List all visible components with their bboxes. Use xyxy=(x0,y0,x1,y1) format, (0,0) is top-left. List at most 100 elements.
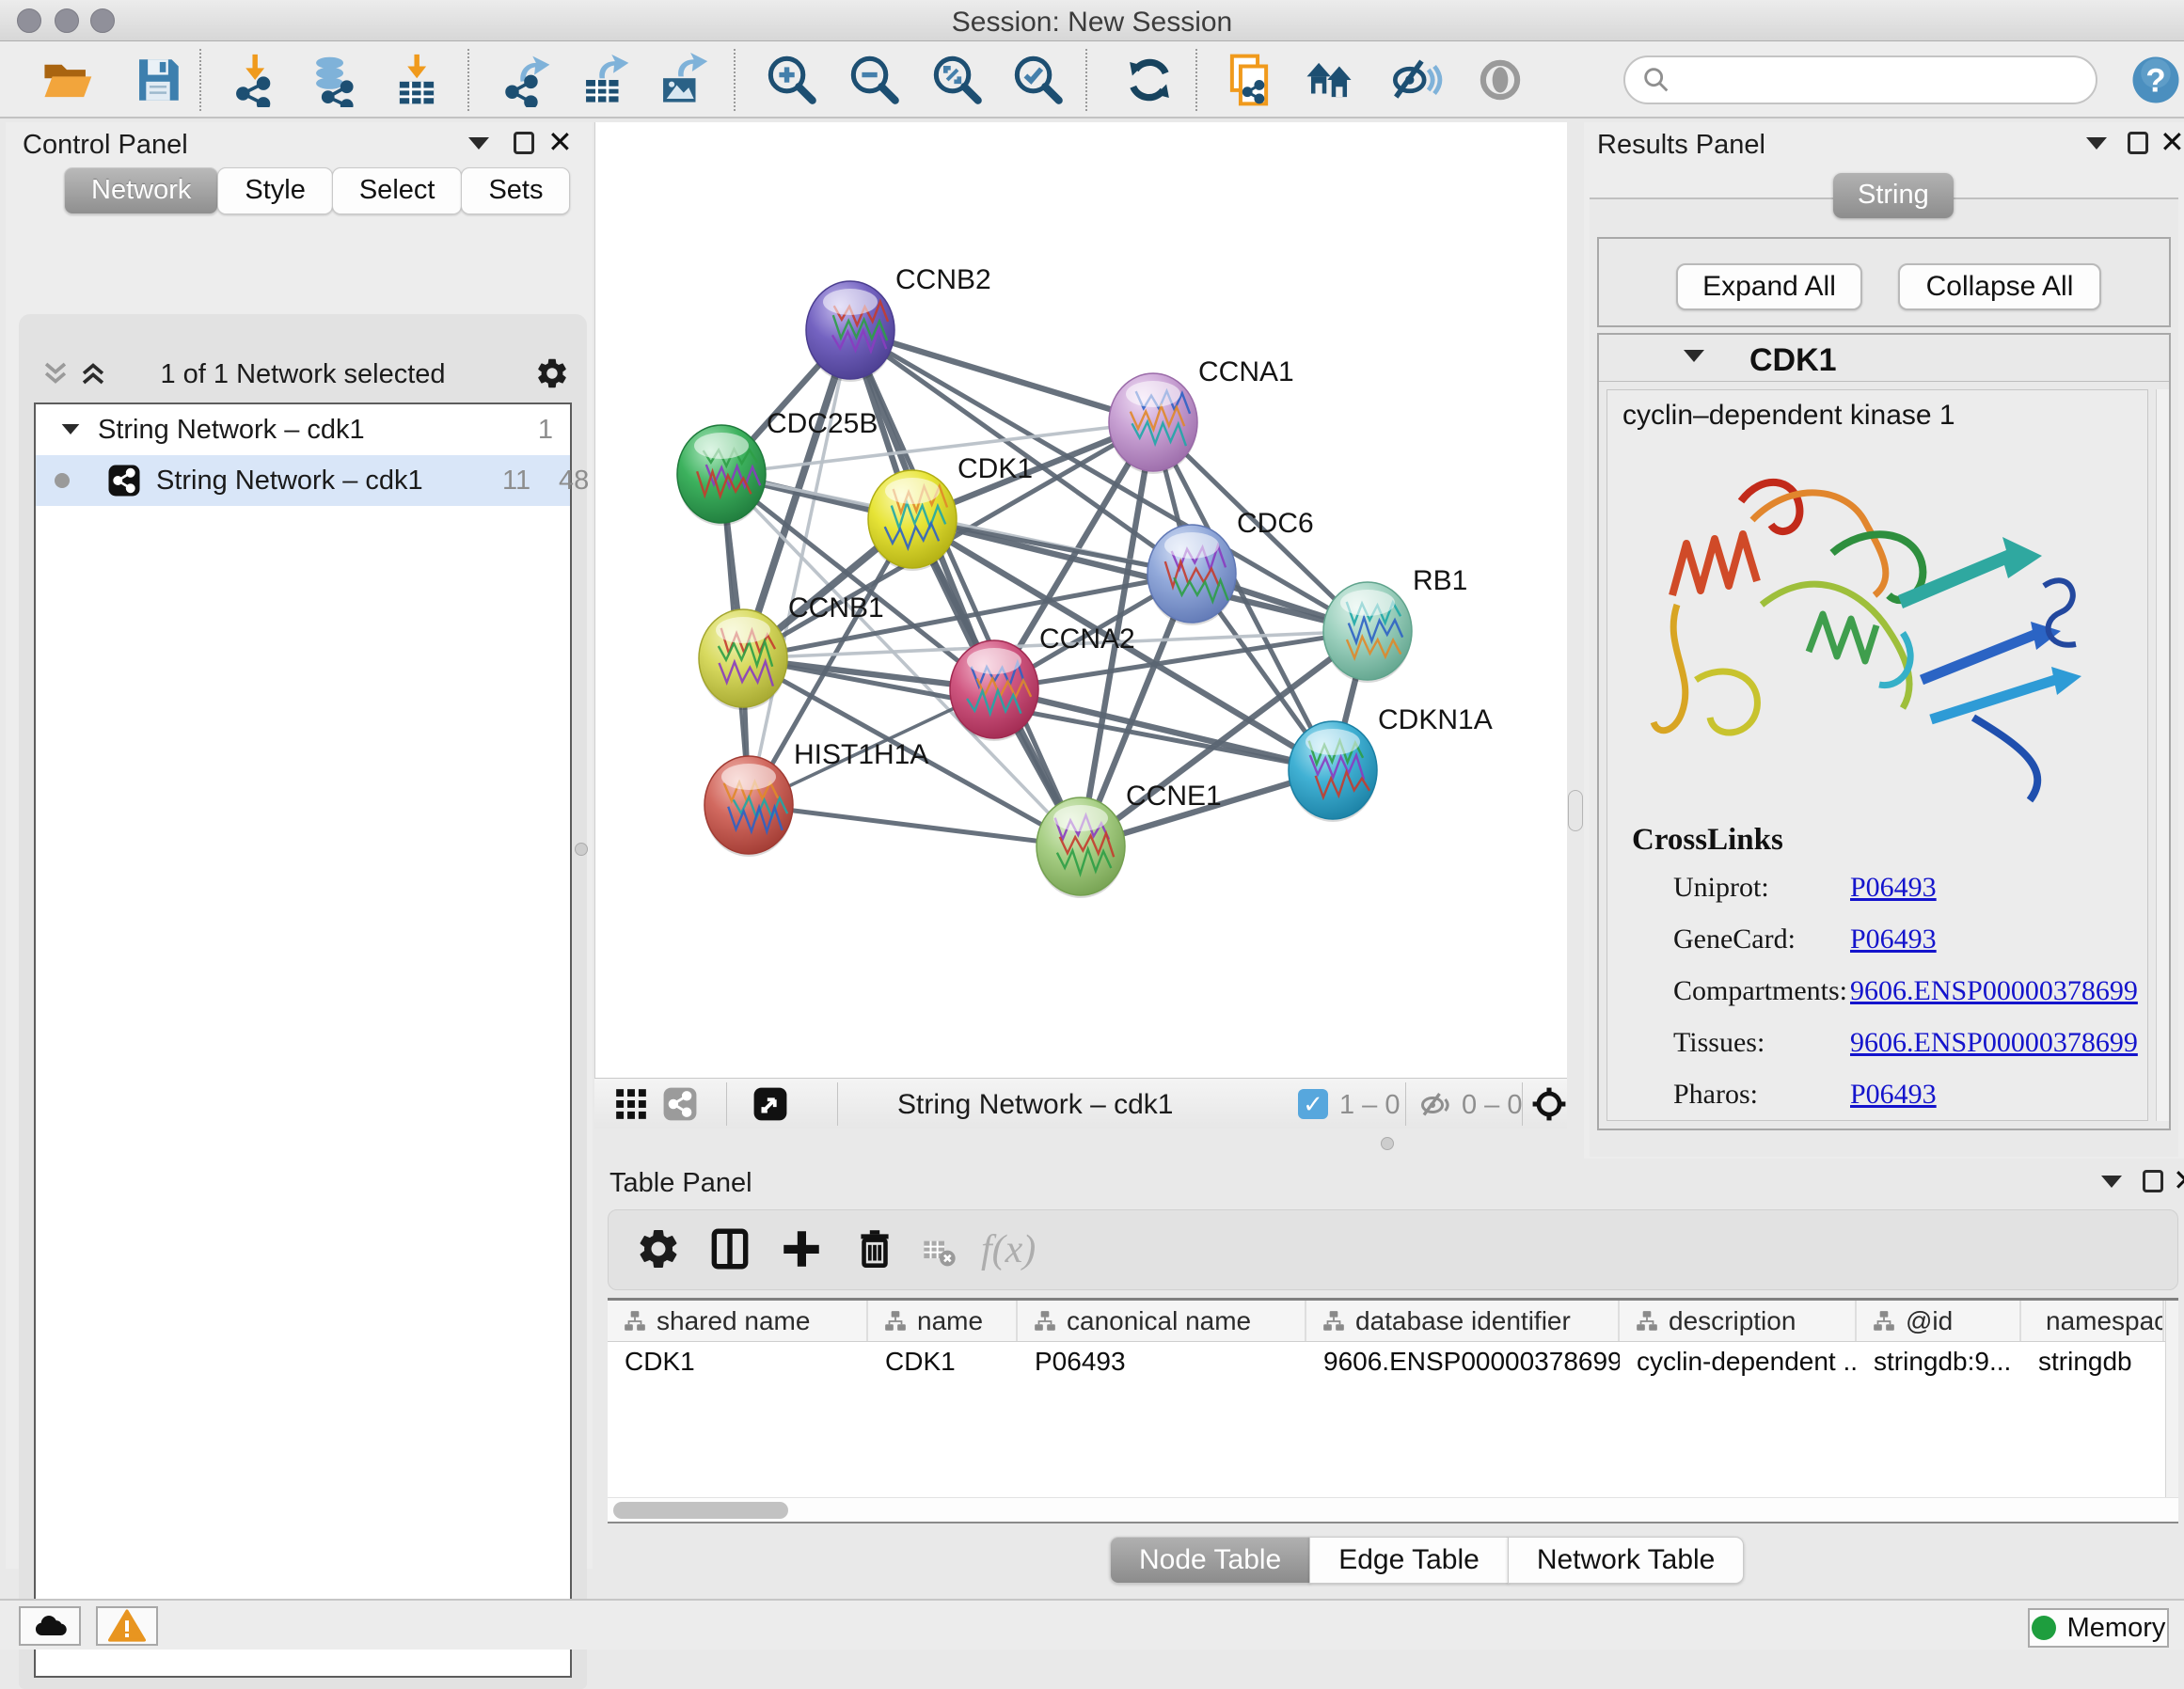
crosslink-value-link[interactable]: 9606.ENSP00000378699 xyxy=(1850,1027,2138,1059)
toolbar-separator xyxy=(734,49,736,111)
column-header-description[interactable]: description xyxy=(1620,1301,1857,1341)
panel-float-icon[interactable] xyxy=(2143,1170,2163,1192)
column-header-database-identifier[interactable]: database identifier xyxy=(1306,1301,1620,1341)
network-row-selected[interactable]: String Network – cdk1 11 48 xyxy=(36,455,570,506)
string-results-dock: String Expand All Collapse All CDK1 cycl… xyxy=(1590,197,2178,1157)
string-home-icon[interactable] xyxy=(1302,53,1356,107)
tab-network-table[interactable]: Network Table xyxy=(1508,1537,1745,1584)
panel-menu-icon[interactable] xyxy=(2086,137,2107,150)
panel-close-icon[interactable]: ✕ xyxy=(2160,131,2184,153)
column-header-canonical-name[interactable]: canonical name xyxy=(1018,1301,1306,1341)
collapse-all-button[interactable]: Collapse All xyxy=(1898,263,2101,310)
save-session-icon[interactable] xyxy=(131,53,185,107)
column-header-label: shared name xyxy=(657,1306,810,1336)
table-cell[interactable]: cyclin-dependent ... xyxy=(1620,1343,1857,1381)
zoom-in-icon[interactable] xyxy=(765,53,819,107)
hide-selected-icon[interactable] xyxy=(1389,53,1444,107)
network-node-CDKN1A[interactable]: CDKN1A xyxy=(1289,704,1493,822)
bottom-splitter-handle[interactable] xyxy=(1381,1137,1394,1150)
network-node-HIST1H1A[interactable]: HIST1H1A xyxy=(704,739,928,857)
netbar-separator xyxy=(726,1082,727,1126)
column-header-shared-name[interactable]: shared name xyxy=(608,1301,868,1341)
network-canvas[interactable]: CCNB2 CCNA1 CDC25B CDK1 CDC6 RB1 CCNB1 xyxy=(594,122,1567,1078)
show-all-icon[interactable] xyxy=(1473,53,1527,107)
table-cell[interactable]: stringdb xyxy=(2021,1343,2164,1381)
export-network-icon[interactable] xyxy=(499,53,553,107)
table-vertical-scrollbar[interactable] xyxy=(2165,1301,2178,1522)
table-row[interactable]: CDK1CDK1P064939606.ENSP00000378699cyclin… xyxy=(608,1343,2178,1381)
pan-mode-icon[interactable] xyxy=(1531,1086,1567,1127)
network-node-CCNA1[interactable]: CCNA1 xyxy=(1109,356,1294,474)
network-edge[interactable] xyxy=(850,330,1153,422)
expand-collapse-box: Expand All Collapse All xyxy=(1597,237,2171,327)
cloud-status-button[interactable] xyxy=(19,1606,81,1646)
network-options-gear-icon[interactable] xyxy=(534,355,570,396)
table-cell[interactable]: stringdb:9... xyxy=(1857,1343,2021,1381)
tab-select[interactable]: Select xyxy=(332,167,463,214)
panel-menu-icon[interactable] xyxy=(468,137,489,150)
right-splitter-handle[interactable] xyxy=(1568,790,1583,831)
table-horizontal-scrollbar[interactable] xyxy=(608,1497,2178,1522)
network-view[interactable]: CCNB2 CCNA1 CDC25B CDK1 CDC6 RB1 CCNB1 xyxy=(595,122,1568,1078)
results-scrollbar[interactable] xyxy=(2156,389,2169,1121)
grid-view-icon[interactable] xyxy=(613,1086,649,1127)
crosslink-value-link[interactable]: P06493 xyxy=(1850,872,1937,904)
memory-button[interactable]: Memory xyxy=(2028,1608,2169,1648)
expand-all-button[interactable]: Expand All xyxy=(1676,263,1862,310)
table-cell[interactable]: CDK1 xyxy=(868,1343,1018,1381)
export-image-icon[interactable] xyxy=(655,53,709,107)
delete-column-icon[interactable] xyxy=(851,1225,902,1276)
table-cell[interactable]: 9606.ENSP00000378699 xyxy=(1306,1343,1620,1381)
network-collection-row[interactable]: String Network – cdk1 1 xyxy=(36,404,570,455)
tab-network[interactable]: Network xyxy=(64,167,218,214)
tree-expand-icon[interactable] xyxy=(62,424,80,434)
tab-node-table[interactable]: Node Table xyxy=(1110,1537,1310,1584)
gene-collapse-icon[interactable] xyxy=(1684,350,1704,362)
zoom-fit-icon[interactable] xyxy=(930,53,985,107)
table-cell[interactable]: CDK1 xyxy=(608,1343,868,1381)
import-network-database-icon[interactable] xyxy=(308,53,362,107)
import-table-file-icon[interactable] xyxy=(389,53,444,107)
column-header-@id[interactable]: @id xyxy=(1857,1301,2021,1341)
hidden-items-icon[interactable] xyxy=(1418,1088,1452,1127)
tab-edge-table[interactable]: Edge Table xyxy=(1309,1537,1509,1584)
show-columns-icon[interactable] xyxy=(706,1225,757,1276)
refresh-view-icon[interactable] xyxy=(1122,53,1177,107)
zoom-selected-icon[interactable] xyxy=(1011,53,1066,107)
panel-close-icon[interactable]: ✕ xyxy=(547,131,573,153)
help-icon[interactable]: ? xyxy=(2129,54,2184,108)
import-network-file-icon[interactable] xyxy=(228,53,282,107)
add-column-icon[interactable] xyxy=(778,1225,829,1276)
network-node-CCNE1[interactable]: CCNE1 xyxy=(1037,781,1222,898)
network-edge[interactable] xyxy=(749,805,1081,846)
panel-float-icon[interactable] xyxy=(2128,132,2148,154)
column-header-namespac[interactable]: namespac xyxy=(2021,1301,2164,1341)
export-table-icon[interactable] xyxy=(578,53,632,107)
scrollbar-thumb[interactable] xyxy=(613,1502,788,1519)
tab-style[interactable]: Style xyxy=(217,167,332,214)
clone-network-icon[interactable] xyxy=(1222,53,1276,107)
panel-menu-icon[interactable] xyxy=(2101,1176,2122,1188)
left-splitter-handle[interactable] xyxy=(575,843,588,856)
network-edge[interactable] xyxy=(749,330,850,805)
search-input[interactable] xyxy=(1672,66,2096,95)
zoom-out-icon[interactable] xyxy=(847,53,902,107)
toolbar-separator xyxy=(467,49,469,111)
crosslink-value-link[interactable]: P06493 xyxy=(1850,1079,1937,1111)
gene-header[interactable]: CDK1 xyxy=(1599,335,2169,382)
panel-close-icon[interactable]: ✕ xyxy=(2173,1169,2184,1192)
table-cell[interactable]: P06493 xyxy=(1018,1343,1306,1381)
network-view-mode-icon[interactable] xyxy=(662,1086,698,1127)
network-node-RB1[interactable]: RB1 xyxy=(1323,565,1467,683)
birdseye-view-icon[interactable] xyxy=(752,1086,788,1127)
tab-sets[interactable]: Sets xyxy=(461,167,570,214)
tab-string[interactable]: String xyxy=(1833,173,1954,218)
crosslink-value-link[interactable]: P06493 xyxy=(1850,923,1937,955)
selected-nodes-checkbox[interactable]: ✓ xyxy=(1298,1089,1328,1119)
panel-float-icon[interactable] xyxy=(514,132,534,154)
warnings-button[interactable] xyxy=(96,1606,158,1646)
crosslink-value-link[interactable]: 9606.ENSP00000378699 xyxy=(1850,975,2138,1007)
open-session-icon[interactable] xyxy=(40,53,94,107)
table-options-gear-icon[interactable] xyxy=(635,1225,686,1276)
column-header-name[interactable]: name xyxy=(868,1301,1018,1341)
